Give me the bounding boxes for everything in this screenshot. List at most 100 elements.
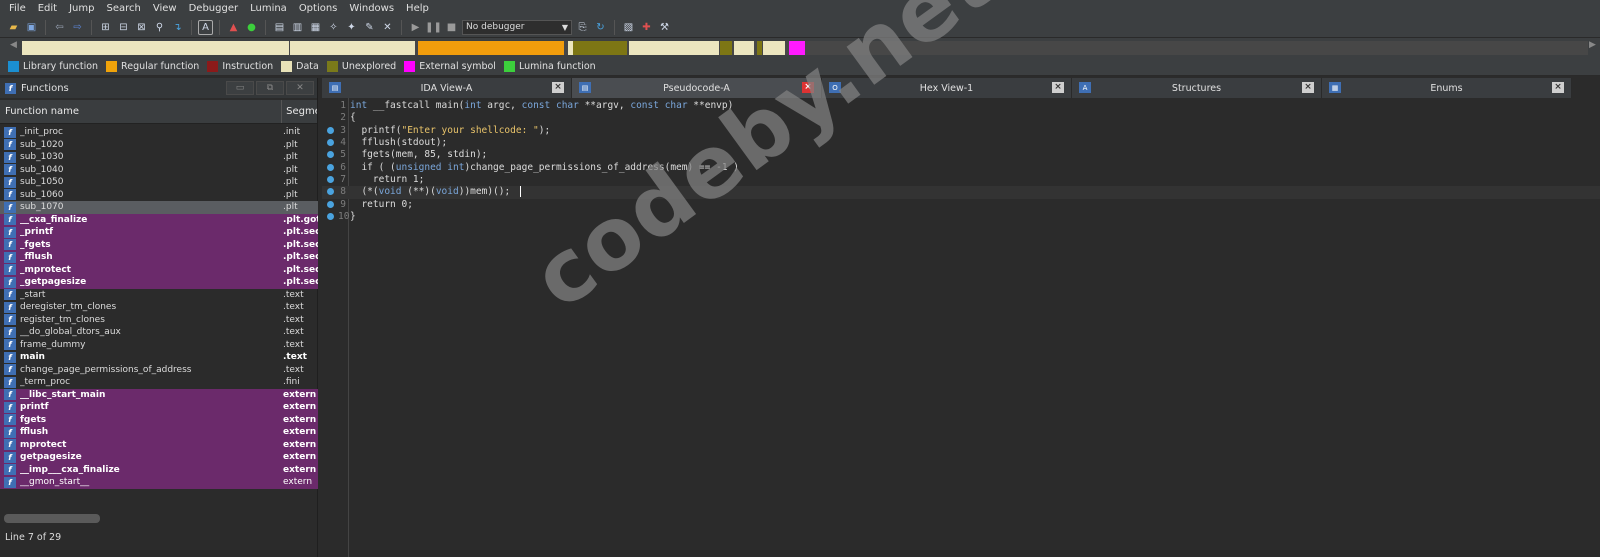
code-line[interactable]: 7 return 1;: [322, 174, 1600, 186]
function-row[interactable]: f fflush extern: [0, 426, 318, 439]
struct-icon[interactable]: ▦: [308, 20, 323, 35]
breakpoint-dot-icon[interactable]: [327, 200, 334, 208]
breakpoint-dot-icon[interactable]: [327, 126, 334, 134]
code-line[interactable]: 5 fgets(mem, 85, stdin);: [322, 149, 1600, 161]
breakpoint-dot-icon[interactable]: [327, 139, 334, 147]
function-row[interactable]: f sub_1070 .plt: [0, 201, 318, 214]
stop-icon[interactable]: ■: [444, 20, 459, 35]
close-icon[interactable]: ×: [1052, 82, 1064, 93]
function-row[interactable]: f change_page_permissions_of_address .text: [0, 364, 318, 377]
function-row[interactable]: f printf extern: [0, 401, 318, 414]
function-row[interactable]: f getpagesize extern: [0, 451, 318, 464]
function-row[interactable]: f main .text: [0, 351, 318, 364]
breakpoint-dot-icon[interactable]: [327, 188, 334, 196]
function-row[interactable]: f __libc_start_main extern: [0, 388, 318, 401]
edit-function-icon[interactable]: ⊟: [116, 20, 131, 35]
breakpoint-dot-icon[interactable]: [327, 176, 334, 184]
menu-lumina[interactable]: Lumina: [244, 3, 293, 14]
function-row[interactable]: f frame_dummy .text: [0, 339, 318, 352]
function-row[interactable]: f _getpagesize .plt.sec: [0, 276, 318, 289]
function-row[interactable]: f _fflush .plt.sec: [0, 251, 318, 264]
breakpoint-dot-icon[interactable]: [327, 151, 334, 159]
function-row[interactable]: f _fgets .plt.sec: [0, 238, 318, 251]
menu-help[interactable]: Help: [400, 3, 435, 14]
pane-close-button[interactable]: ✕: [286, 81, 314, 95]
column-header-function-name[interactable]: Function name: [0, 100, 283, 123]
menu-view[interactable]: View: [147, 3, 183, 14]
menu-jump[interactable]: Jump: [63, 3, 100, 14]
save-icon[interactable]: ▣: [24, 20, 39, 35]
function-row[interactable]: f sub_1020 .plt: [0, 139, 318, 152]
menu-windows[interactable]: Windows: [343, 3, 400, 14]
tools-icon[interactable]: ⚒: [657, 20, 672, 35]
segment-edit-icon[interactable]: ▥: [290, 20, 305, 35]
function-row[interactable]: f _start .text: [0, 289, 318, 302]
code-line[interactable]: 6 if ( (unsigned int)change_page_permiss…: [322, 162, 1600, 174]
code-line[interactable]: 1 int __fastcall main(int argc, const cha…: [322, 100, 1600, 112]
graph-icon[interactable]: ▲: [226, 20, 241, 35]
menu-edit[interactable]: Edit: [32, 3, 63, 14]
breakpoint-dot-icon[interactable]: [327, 213, 334, 221]
function-row[interactable]: f _term_proc .fini: [0, 376, 318, 389]
function-row[interactable]: f __imp___cxa_finalize extern: [0, 463, 318, 476]
code-line[interactable]: 8 (*(void (**)(void))mem)();: [322, 186, 1600, 199]
refresh-icon[interactable]: ↻: [593, 20, 608, 35]
pane-float-button[interactable]: ▭: [226, 81, 254, 95]
jump-icon[interactable]: ↴: [170, 20, 185, 35]
debugger-select[interactable]: No debugger ▼: [462, 19, 572, 35]
edit-icon[interactable]: ✎: [362, 20, 377, 35]
plugin-icon[interactable]: ✦: [344, 20, 359, 35]
create-function-icon[interactable]: ⊞: [98, 20, 113, 35]
patch-icon[interactable]: ✧: [326, 20, 341, 35]
function-row[interactable]: f __gmon_start__ extern: [0, 476, 318, 489]
binoculars-icon[interactable]: ⚲: [152, 20, 167, 35]
function-row[interactable]: f _printf .plt.sec: [0, 226, 318, 239]
function-row[interactable]: f register_tm_clones .text: [0, 314, 318, 327]
attach-icon[interactable]: ⎘: [575, 20, 590, 35]
breakpoint-list-icon[interactable]: ▧: [621, 20, 636, 35]
menu-options[interactable]: Options: [293, 3, 344, 14]
tab-pseudocode-a[interactable]: ▤ Pseudocode-A ×: [572, 78, 822, 98]
nav-strip[interactable]: [22, 41, 1588, 55]
scroll-left-icon[interactable]: ◀: [10, 40, 17, 50]
scroll-right-icon[interactable]: ▶: [1589, 40, 1596, 50]
function-row[interactable]: f mprotect extern: [0, 438, 318, 451]
function-row[interactable]: f __cxa_finalize .plt.got: [0, 213, 318, 226]
code-line[interactable]: 10}: [322, 211, 1600, 223]
close-icon[interactable]: ×: [802, 82, 814, 93]
function-row[interactable]: f fgets extern: [0, 413, 318, 426]
forward-arrow-icon[interactable]: ⇨: [70, 20, 85, 35]
function-row[interactable]: f sub_1040 .plt: [0, 164, 318, 177]
menu-debugger[interactable]: Debugger: [183, 3, 245, 14]
menu-search[interactable]: Search: [101, 3, 147, 14]
close-icon[interactable]: ×: [1302, 82, 1314, 93]
breakpoint-dot-icon[interactable]: [327, 163, 334, 171]
menu-file[interactable]: File: [3, 3, 32, 14]
text-search-icon[interactable]: A: [198, 19, 213, 35]
function-row[interactable]: f sub_1030 .plt: [0, 151, 318, 164]
tab-structures[interactable]: A Structures ×: [1072, 78, 1322, 98]
open-folder-icon[interactable]: ▰: [6, 20, 21, 35]
pause-icon[interactable]: ❚❚: [425, 20, 442, 35]
function-row[interactable]: f sub_1060 .plt: [0, 189, 318, 202]
function-row[interactable]: f deregister_tm_clones .text: [0, 301, 318, 314]
tab-ida-view-a[interactable]: ▤ IDA View-A ×: [322, 78, 572, 98]
pane-restore-button[interactable]: ⧉: [256, 81, 284, 95]
code-line[interactable]: 9 return 0;: [322, 199, 1600, 211]
back-arrow-icon[interactable]: ⇦: [52, 20, 67, 35]
segment-icon[interactable]: ▤: [272, 20, 287, 35]
close-x-icon[interactable]: ✕: [380, 20, 395, 35]
function-row[interactable]: f _mprotect .plt.sec: [0, 263, 318, 276]
pseudocode-view[interactable]: 1 int __fastcall main(int argc, const cha…: [322, 98, 1600, 557]
column-header-segment[interactable]: Segme: [282, 106, 317, 117]
lumina-green-icon[interactable]: ●: [244, 20, 259, 35]
function-row[interactable]: f __do_global_dtors_aux .text: [0, 326, 318, 339]
function-tail-icon[interactable]: ⊠: [134, 20, 149, 35]
breakpoint-icon[interactable]: ✚: [639, 20, 654, 35]
horizontal-scrollbar[interactable]: [4, 514, 100, 523]
play-icon[interactable]: ▶: [408, 20, 423, 35]
close-icon[interactable]: ×: [552, 82, 564, 93]
code-line[interactable]: 4 fflush(stdout);: [322, 137, 1600, 149]
close-icon[interactable]: ×: [1552, 82, 1564, 93]
code-line[interactable]: 2{: [322, 112, 1600, 124]
